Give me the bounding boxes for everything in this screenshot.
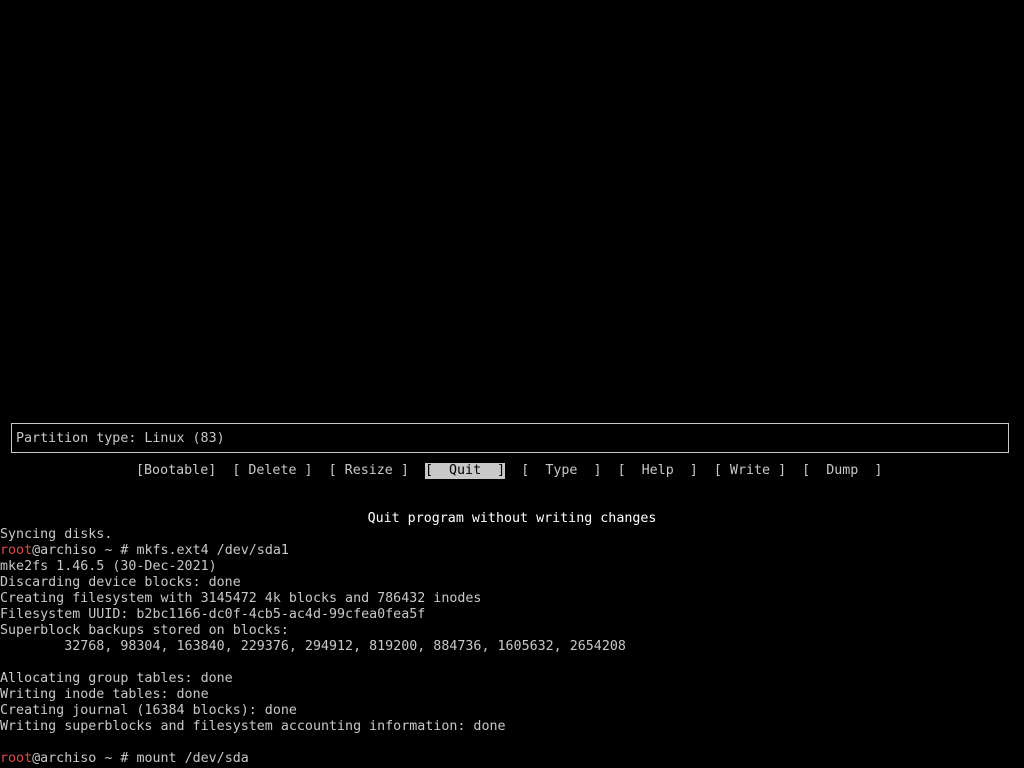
menu-write-button[interactable]: [ Write ] (714, 463, 786, 479)
prompt-command: mount /dev/sda (136, 751, 249, 766)
cfdisk-menu-bar: [Bootable] [ Delete ] [ Resize ] [ Quit … (136, 463, 882, 479)
terminal-line: Filesystem UUID: b2bc1166-dc0f-4cb5-ac4d… (0, 607, 426, 622)
terminal-line: mke2fs 1.46.5 (30-Dec-2021) (0, 559, 217, 574)
terminal-line: Writing superblocks and filesystem accou… (0, 719, 506, 734)
partition-info-box: Partition type: Linux (83) (11, 423, 1009, 453)
terminal-line: Syncing disks. (0, 527, 113, 542)
terminal-prompt-line[interactable]: root@archiso ~ # mount /dev/sda (0, 751, 1024, 767)
terminal-line: 32768, 98304, 163840, 229376, 294912, 81… (0, 639, 626, 654)
menu-resize-button[interactable]: [ Resize ] (329, 463, 409, 479)
terminal-line: Superblock backups stored on blocks: (0, 623, 289, 638)
terminal-line: Allocating group tables: done (0, 671, 233, 686)
prompt-command: mkfs.ext4 /dev/sda1 (136, 543, 289, 558)
menu-bootable-button[interactable]: [Bootable] (136, 463, 216, 479)
menu-type-button[interactable]: [ Type ] (521, 463, 601, 479)
terminal-prompt-line: root@archiso ~ # mkfs.ext4 /dev/sda1 (0, 543, 1024, 559)
prompt-host: @archiso ~ # (32, 751, 137, 766)
prompt-user: root (0, 751, 33, 766)
partition-type-text: Partition type: Linux (83) (16, 431, 225, 446)
menu-help-button[interactable]: [ Help ] (618, 463, 698, 479)
terminal-line: Creating journal (16384 blocks): done (0, 703, 297, 718)
menu-dump-button[interactable]: [ Dump ] (802, 463, 882, 479)
prompt-host: @archiso ~ # (32, 543, 137, 558)
menu-hint-text: Quit program without writing changes (367, 511, 657, 526)
prompt-user: root (0, 543, 33, 558)
terminal-output: Syncing disks. root@archiso ~ # mkfs.ext… (0, 527, 1024, 767)
terminal-line: Discarding device blocks: done (0, 575, 241, 590)
terminal-line: Creating filesystem with 3145472 4k bloc… (0, 591, 482, 606)
menu-quit-button[interactable]: [ Quit ] (424, 463, 506, 479)
terminal-line: Writing inode tables: done (0, 687, 209, 702)
menu-delete-button[interactable]: [ Delete ] (232, 463, 312, 479)
